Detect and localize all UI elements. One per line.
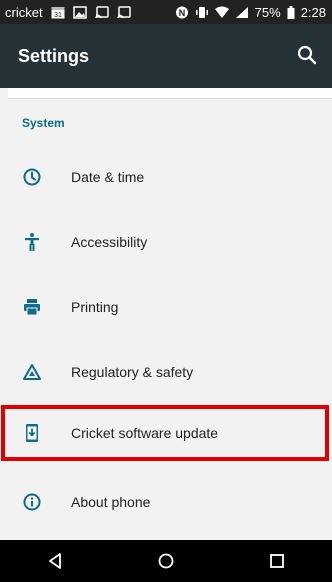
svg-text:N: N [178, 8, 185, 18]
wifi-icon [214, 6, 229, 19]
status-bar: cricket 31 N 75% 2:28 [0, 0, 332, 24]
highlight-box [1, 405, 329, 461]
card-divider [8, 88, 332, 99]
regulatory-icon [21, 361, 43, 383]
settings-item-regulatory[interactable]: Regulatory & safety [0, 340, 332, 404]
accessibility-icon [21, 231, 43, 253]
recents-icon[interactable] [262, 546, 292, 576]
status-bar-right: N 75% 2:28 [175, 5, 332, 20]
app-bar: Settings [0, 24, 332, 88]
page-title: Settings [18, 45, 90, 66]
search-icon[interactable] [296, 44, 318, 66]
clock-time: 2:28 [300, 4, 326, 20]
navigation-bar [0, 540, 332, 582]
image-icon [72, 5, 87, 19]
nfc-icon: N [175, 6, 189, 19]
battery-icon [287, 5, 295, 19]
settings-item-label: Date & time [71, 169, 145, 185]
settings-item-about-phone[interactable]: About phone [0, 470, 332, 534]
calendar-icon: 31 [51, 6, 65, 19]
signal-icon [235, 6, 249, 19]
printer-icon [21, 296, 43, 318]
status-bar-left: cricket 31 [0, 5, 131, 20]
clock-icon [21, 166, 43, 188]
settings-item-label: Accessibility [71, 234, 148, 250]
vibrate-icon [195, 6, 209, 19]
settings-item-accessibility[interactable]: Accessibility [0, 210, 332, 274]
settings-item-printing[interactable]: Printing [0, 275, 332, 339]
cast-icon [116, 5, 131, 19]
back-icon[interactable] [40, 546, 70, 576]
settings-item-date-time[interactable]: Date & time [0, 145, 332, 209]
info-icon [21, 491, 43, 513]
carrier-label: cricket [5, 4, 43, 20]
battery-percent: 75% [254, 4, 281, 20]
calendar-day: 31 [54, 12, 62, 19]
section-title-system: System [22, 116, 65, 130]
settings-item-label: About phone [71, 494, 151, 510]
settings-item-label: Regulatory & safety [71, 364, 194, 380]
cast-icon [94, 5, 109, 19]
home-icon[interactable] [151, 546, 181, 576]
settings-item-label: Printing [71, 299, 119, 315]
